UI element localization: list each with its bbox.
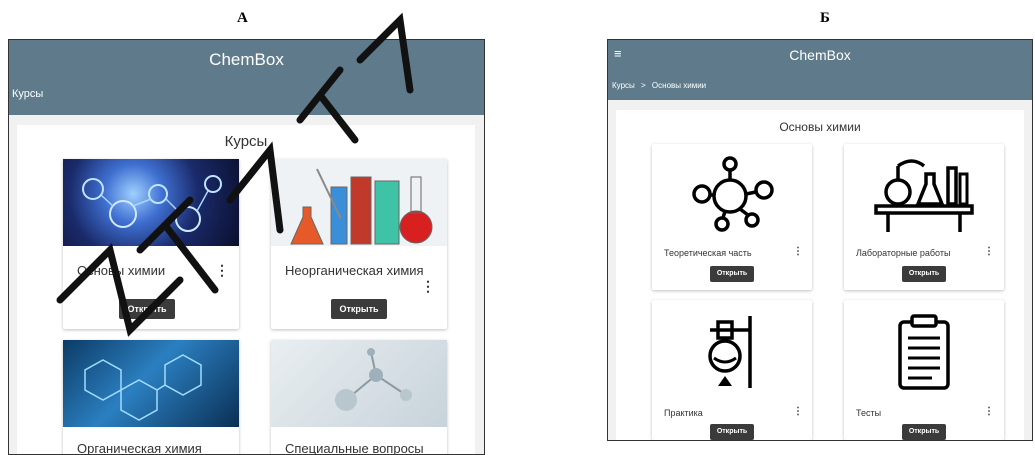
breadcrumb-basics: Основы химии bbox=[651, 81, 707, 90]
clipboard-icon bbox=[898, 314, 950, 390]
topic-title: Практика bbox=[664, 408, 703, 418]
page-title: Основы химии bbox=[779, 120, 861, 134]
more-vert-icon[interactable]: ⋮ bbox=[793, 407, 803, 417]
panel-label-b: Б bbox=[820, 10, 830, 26]
screenshot-b: ≡ ChemBox Курсы > Основы химии Основы хи… bbox=[607, 39, 1033, 441]
breadcrumb-courses[interactable]: Курсы bbox=[612, 81, 635, 90]
app-bar: ≡ ChemBox Курсы > Основы химии bbox=[608, 40, 1032, 100]
watermark-stamp bbox=[56, 12, 414, 337]
topic-card: Тесты ⋮ Открыть bbox=[844, 300, 1004, 440]
open-button[interactable]: Открыть bbox=[710, 266, 754, 282]
lab-equipment-icon bbox=[874, 159, 974, 232]
open-button[interactable]: Открыть bbox=[902, 266, 946, 282]
open-button[interactable]: Открыть bbox=[710, 424, 754, 440]
topic-title: Лабораторные работы bbox=[856, 248, 951, 258]
more-vert-icon[interactable]: ⋮ bbox=[793, 247, 803, 257]
topic-card: Практика ⋮ Открыть bbox=[652, 300, 812, 440]
more-vert-icon[interactable]: ⋮ bbox=[984, 407, 994, 417]
more-vert-icon[interactable]: ⋮ bbox=[984, 247, 994, 257]
flask-stand-icon bbox=[708, 316, 752, 388]
breadcrumb: Курсы > Основы химии bbox=[612, 81, 706, 90]
topic-card: Лабораторные работы ⋮ Открыть bbox=[844, 144, 1004, 290]
molecule-icon bbox=[692, 156, 774, 232]
topic-card: Теоретическая часть ⋮ Открыть bbox=[652, 144, 812, 290]
topic-title: Тесты bbox=[856, 408, 882, 418]
app-title: ChemBox bbox=[789, 47, 851, 63]
breadcrumb-separator: > bbox=[641, 81, 646, 90]
topic-title: Теоретическая часть bbox=[664, 248, 752, 258]
open-button[interactable]: Открыть bbox=[902, 424, 946, 440]
topics-sheet: Основы химии Теоретическая часть ⋮ Откры… bbox=[616, 110, 1024, 440]
